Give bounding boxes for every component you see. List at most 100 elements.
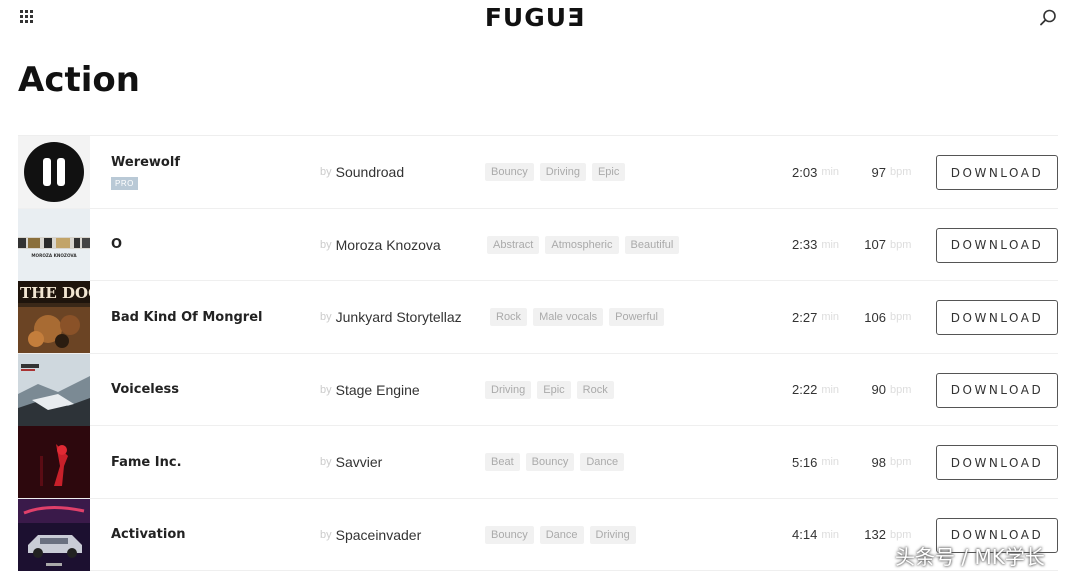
track-duration: 2:22 min [792, 354, 839, 426]
download-button[interactable]: DOWNLOAD [936, 227, 1058, 263]
track-artist[interactable]: by Stage Engine [320, 354, 420, 426]
track-bpm: 106 bpm [864, 281, 916, 353]
track-title[interactable]: O [111, 209, 122, 281]
bpm-value: 106 [864, 309, 886, 325]
track-artist[interactable]: by Soundroad [320, 136, 404, 208]
by-label: by [320, 311, 332, 323]
track-bpm: 107 bpm [864, 209, 916, 281]
tag[interactable]: Driving [589, 525, 636, 544]
tag[interactable]: Beat [485, 453, 520, 471]
album-cover[interactable] [18, 498, 90, 571]
bpm-unit: bpm [890, 528, 912, 541]
track-duration: 4:14 min [792, 499, 839, 571]
track-artist[interactable]: by Spaceinvader [320, 499, 421, 571]
tag[interactable]: Dance [539, 525, 584, 544]
artist-name[interactable]: Moroza Knozova [336, 237, 441, 253]
tag[interactable]: Bouncy [485, 525, 534, 544]
tag[interactable]: Driving [485, 380, 532, 399]
cover-art: MOROZA KNOZOVA [18, 208, 90, 281]
bpm-value: 90 [871, 382, 886, 397]
bpm-value: 97 [871, 164, 886, 180]
track-duration: 5:16 min [792, 426, 839, 498]
track-title[interactable]: Bad Kind Of Mongrel [111, 281, 262, 353]
cover-text: MOROZA KNOZOVA [31, 253, 77, 258]
top-bar: FUGUƎ [0, 0, 1070, 40]
artist-name[interactable]: Stage Engine [336, 382, 420, 398]
tag[interactable]: Bouncy [485, 163, 534, 181]
track-title[interactable]: Voiceless [111, 354, 179, 426]
track-row[interactable]: Werewolf PRO by Soundroad Bouncy Driving… [18, 136, 1058, 209]
tag[interactable]: Rock [576, 380, 614, 399]
cover-art [18, 426, 90, 498]
track-row[interactable]: THE DOG Bad Kind Of Mongrel by Junkyard … [18, 281, 1058, 354]
app-logo[interactable]: FUGUƎ [0, 3, 1070, 32]
track-title[interactable]: Fame Inc. [111, 426, 182, 498]
track-duration: 2:27 min [792, 281, 839, 353]
duration-value: 5:16 [792, 454, 818, 470]
track-row[interactable]: Fame Inc. by Savvier Beat Bouncy Dance 5… [18, 426, 1058, 499]
pause-icon[interactable] [18, 136, 90, 208]
track-artist[interactable]: by Savvier [320, 426, 382, 498]
album-cover[interactable]: MOROZA KNOZOVA [18, 208, 90, 281]
bpm-value: 98 [871, 454, 886, 470]
artist-name[interactable]: Spaceinvader [336, 527, 422, 543]
by-label: by [320, 238, 332, 251]
album-cover[interactable] [18, 426, 90, 498]
track-row[interactable]: MOROZA KNOZOVA O by Moroza Knozova Abstr… [18, 208, 1058, 281]
bpm-unit: bpm [890, 383, 912, 396]
tag-list: Driving Epic Rock [485, 380, 614, 399]
cover-art [18, 498, 90, 571]
download-button[interactable]: DOWNLOAD [936, 372, 1058, 408]
cover-text: THE DOG [20, 284, 90, 302]
artist-name[interactable]: Savvier [336, 454, 383, 470]
album-cover[interactable] [18, 353, 90, 426]
cover-art [18, 353, 90, 426]
tag[interactable]: Abstract [487, 235, 540, 254]
track-bpm: 97 bpm [872, 136, 916, 208]
album-cover[interactable]: THE DOG [18, 281, 90, 353]
bpm-unit: bpm [890, 238, 912, 251]
cover-art: THE DOG [18, 281, 90, 353]
tag[interactable]: Epic [537, 380, 571, 399]
by-label: by [320, 383, 332, 396]
by-label: by [320, 456, 332, 468]
search-icon[interactable] [1038, 8, 1058, 28]
tag[interactable]: Driving [539, 163, 586, 181]
duration-value: 2:27 [792, 309, 818, 325]
by-label: by [320, 166, 332, 178]
download-button[interactable]: DOWNLOAD [936, 300, 1058, 335]
tag[interactable]: Epic [591, 163, 626, 181]
duration-value: 2:22 [792, 382, 818, 397]
min-unit: min [821, 383, 840, 396]
tag[interactable]: Beautiful [624, 235, 680, 254]
tag-list: Rock Male vocals Powerful [490, 308, 664, 326]
tag[interactable]: Male vocals [533, 308, 604, 326]
min-unit: min [821, 456, 840, 468]
min-unit: min [821, 238, 840, 251]
artist-name[interactable]: Soundroad [336, 164, 405, 180]
min-unit: min [821, 166, 840, 178]
tag[interactable]: Bouncy [525, 453, 575, 471]
track-duration: 2:33 min [792, 209, 839, 281]
tag[interactable]: Rock [490, 308, 528, 326]
bpm-value: 107 [864, 237, 886, 252]
tag-list: Bouncy Dance Driving [485, 525, 636, 544]
download-button[interactable]: DOWNLOAD [936, 155, 1058, 190]
tag[interactable]: Atmospheric [545, 235, 619, 254]
bpm-unit: bpm [890, 456, 912, 468]
artist-name[interactable]: Junkyard Storytellaz [336, 309, 462, 325]
track-row[interactable]: Voiceless by Stage Engine Driving Epic R… [18, 353, 1058, 426]
min-unit: min [821, 528, 840, 541]
page-title: Action [18, 60, 140, 100]
tag[interactable]: Powerful [609, 308, 664, 326]
download-button[interactable]: DOWNLOAD [936, 445, 1058, 480]
bpm-unit: bpm [890, 311, 912, 323]
duration-value: 4:14 [792, 527, 818, 542]
track-artist[interactable]: by Moroza Knozova [320, 209, 441, 281]
track-title[interactable]: Activation [111, 499, 186, 571]
track-artist[interactable]: by Junkyard Storytellaz [320, 281, 462, 353]
album-cover[interactable] [18, 136, 90, 208]
tag[interactable]: Dance [580, 453, 625, 471]
track-bpm: 98 bpm [872, 426, 916, 498]
min-unit: min [821, 311, 840, 323]
